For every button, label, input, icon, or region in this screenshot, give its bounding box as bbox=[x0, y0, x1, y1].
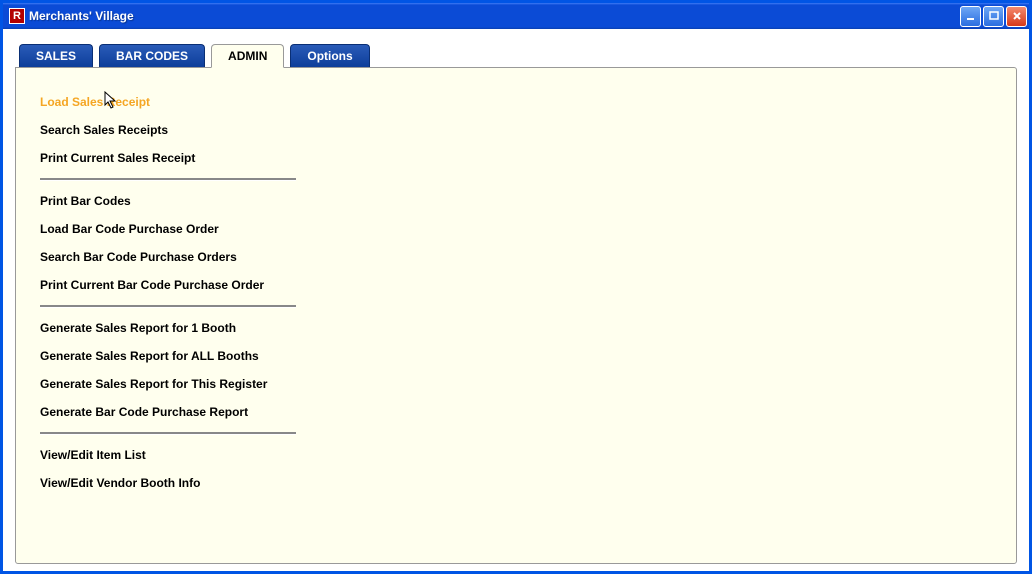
tabbar: SALES BAR CODES ADMIN Options bbox=[19, 44, 1017, 67]
window-controls bbox=[960, 6, 1027, 27]
minimize-button[interactable] bbox=[960, 6, 981, 27]
tab-sales[interactable]: SALES bbox=[19, 44, 93, 67]
menu-print-current-sales-receipt[interactable]: Print Current Sales Receipt bbox=[40, 144, 296, 172]
menu-gen-sales-report-all-booths[interactable]: Generate Sales Report for ALL Booths bbox=[40, 342, 296, 370]
client-area: SALES BAR CODES ADMIN Options Load Sales… bbox=[3, 29, 1029, 571]
admin-panel: Load Sales Receipt Search Sales Receipts… bbox=[15, 67, 1017, 564]
menu-view-edit-vendor-booth-info[interactable]: View/Edit Vendor Booth Info bbox=[40, 469, 296, 497]
menu-gen-sales-report-this-register[interactable]: Generate Sales Report for This Register bbox=[40, 370, 296, 398]
admin-menu: Load Sales Receipt Search Sales Receipts… bbox=[40, 88, 296, 497]
minimize-icon bbox=[965, 10, 977, 22]
maximize-icon bbox=[988, 10, 1000, 22]
menu-view-edit-item-list[interactable]: View/Edit Item List bbox=[40, 441, 296, 469]
tab-admin[interactable]: ADMIN bbox=[211, 44, 284, 68]
menu-gen-sales-report-1-booth[interactable]: Generate Sales Report for 1 Booth bbox=[40, 314, 296, 342]
menu-search-bar-code-pos[interactable]: Search Bar Code Purchase Orders bbox=[40, 243, 296, 271]
menu-divider bbox=[40, 305, 296, 308]
close-button[interactable] bbox=[1006, 6, 1027, 27]
tab-barcodes[interactable]: BAR CODES bbox=[99, 44, 205, 67]
menu-search-sales-receipts[interactable]: Search Sales Receipts bbox=[40, 116, 296, 144]
titlebar: R Merchants' Village bbox=[3, 3, 1029, 29]
menu-load-sales-receipt[interactable]: Load Sales Receipt bbox=[40, 88, 296, 116]
menu-divider bbox=[40, 178, 296, 181]
maximize-button[interactable] bbox=[983, 6, 1004, 27]
menu-load-bar-code-po[interactable]: Load Bar Code Purchase Order bbox=[40, 215, 296, 243]
close-icon bbox=[1011, 10, 1023, 22]
window-title: Merchants' Village bbox=[29, 9, 134, 23]
tab-options[interactable]: Options bbox=[290, 44, 369, 67]
menu-divider bbox=[40, 432, 296, 435]
menu-gen-bar-code-purchase-report[interactable]: Generate Bar Code Purchase Report bbox=[40, 398, 296, 426]
app-window: R Merchants' Village SALES BAR CODES ADM… bbox=[0, 0, 1032, 574]
menu-print-bar-codes[interactable]: Print Bar Codes bbox=[40, 187, 296, 215]
app-icon: R bbox=[9, 8, 25, 24]
menu-print-current-bar-code-po[interactable]: Print Current Bar Code Purchase Order bbox=[40, 271, 296, 299]
